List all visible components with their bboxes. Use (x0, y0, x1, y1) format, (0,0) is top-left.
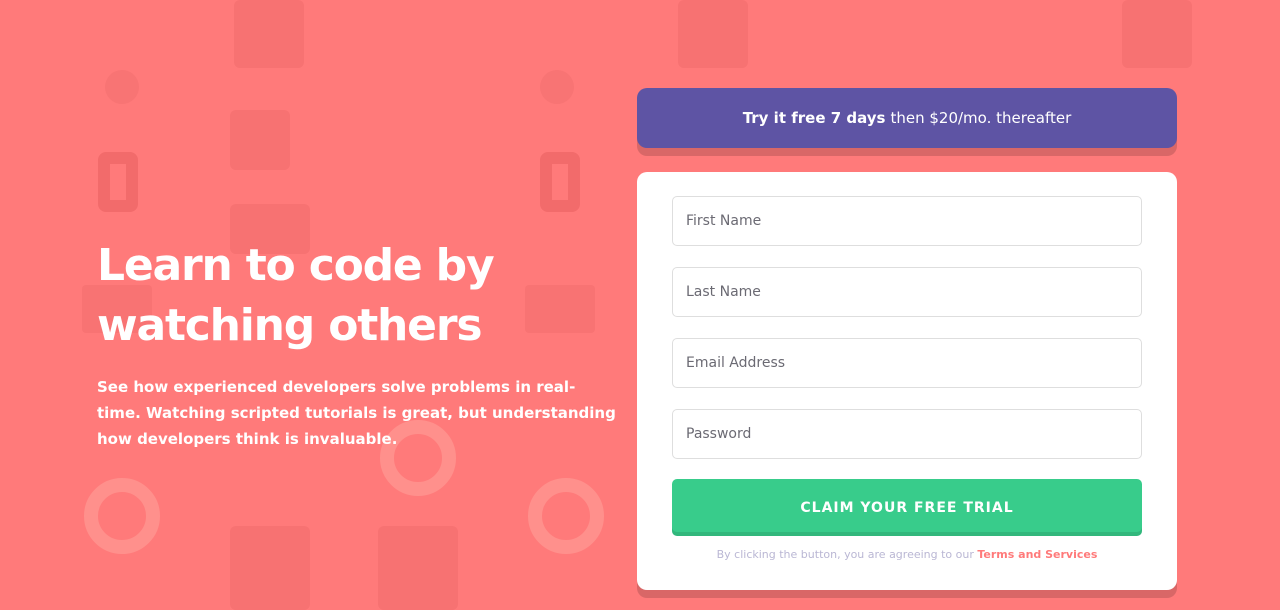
hero-title: Learn to code by watching others (97, 240, 495, 351)
email-input[interactable] (672, 338, 1142, 388)
hero-description: See how experienced developers solve pro… (97, 378, 616, 448)
hero-section: Learn to code by watching others See how… (97, 236, 617, 452)
toolbox-icon (1122, 0, 1192, 68)
terms-notice: By clicking the button, you are agreeing… (672, 548, 1142, 561)
browser-icon (230, 526, 310, 610)
signup-form: CLAIM YOUR FREE TRIAL By clicking the bu… (637, 172, 1177, 590)
calendar-icon (378, 526, 458, 610)
lock-icon (540, 152, 580, 212)
claim-trial-button[interactable]: CLAIM YOUR FREE TRIAL (672, 479, 1142, 536)
trial-banner: Try it free 7 days then $20/mo. thereaft… (637, 88, 1177, 148)
toolbox-icon (234, 0, 304, 68)
terms-link[interactable]: Terms and Services (977, 548, 1097, 561)
network-icon (105, 70, 139, 104)
banner-bold-text: Try it free 7 days (742, 109, 886, 127)
banner-text: then $20/mo. thereafter (890, 109, 1072, 127)
terms-prefix: By clicking the button, you are agreeing… (716, 548, 974, 561)
lifebuoy-icon (528, 478, 604, 554)
password-input[interactable] (672, 409, 1142, 459)
lock-icon (98, 152, 138, 212)
first-name-input[interactable] (672, 196, 1142, 246)
last-name-input[interactable] (672, 267, 1142, 317)
toolbox-icon (678, 0, 748, 68)
blocks-icon (230, 110, 290, 170)
lifebuoy-icon (84, 478, 160, 554)
network-icon (540, 70, 574, 104)
